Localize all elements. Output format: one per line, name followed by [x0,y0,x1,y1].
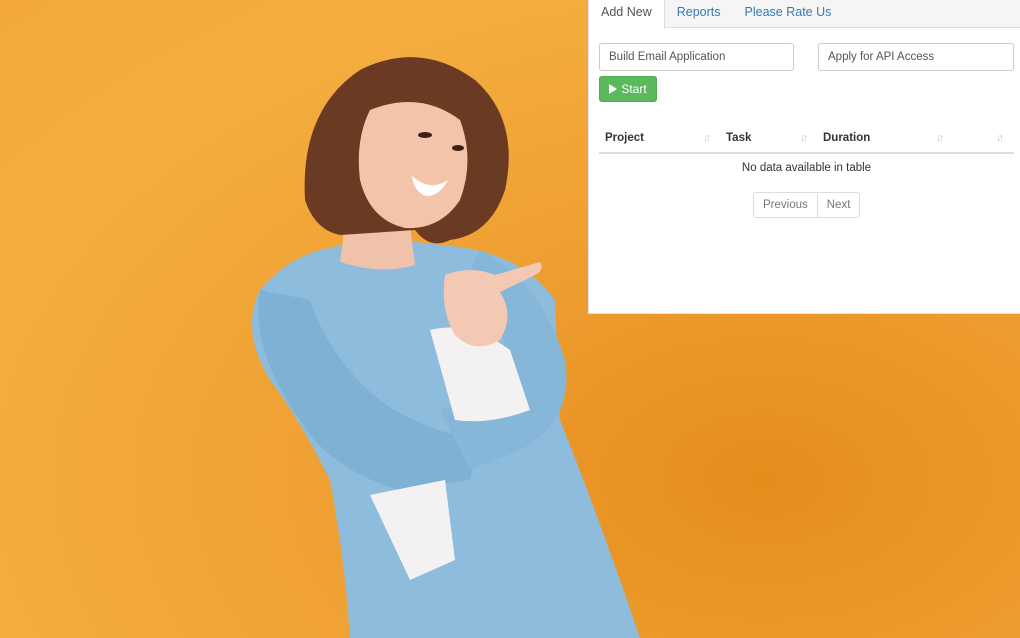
table-header: Project ↓↑ Task ↓↑ Duration ↓↑ ↓↑ [599,124,1014,154]
empty-table-message: No data available in table [741,162,872,174]
sort-icon[interactable]: ↓↑ [996,124,1004,152]
column-header-project[interactable]: Project [605,124,644,152]
tab-rate-us[interactable]: Please Rate Us [733,0,844,28]
pagination: Previous Next [753,192,861,218]
tab-add-new[interactable]: Add New [589,0,665,29]
face-shape [358,102,468,229]
sort-icon[interactable]: ↓↑ [703,124,711,152]
column-header-task[interactable]: Task [726,124,751,152]
start-button[interactable]: Start [599,76,657,102]
eye-right-shape [452,145,464,151]
task-input[interactable] [818,43,1014,71]
tracker-panel: Add New Reports Please Rate Us Start Pro… [588,0,1020,314]
sort-icon[interactable]: ↓↑ [936,124,944,152]
tab-reports[interactable]: Reports [665,0,733,28]
column-header-duration[interactable]: Duration [823,124,870,152]
next-button[interactable]: Next [817,192,861,218]
previous-button[interactable]: Previous [753,192,818,218]
start-button-label: Start [621,82,647,96]
tab-bar: Add New Reports Please Rate Us [589,0,1020,29]
eye-left-shape [418,132,432,138]
project-input[interactable] [599,43,794,71]
play-icon [609,84,618,94]
sort-icon[interactable]: ↓↑ [800,124,808,152]
